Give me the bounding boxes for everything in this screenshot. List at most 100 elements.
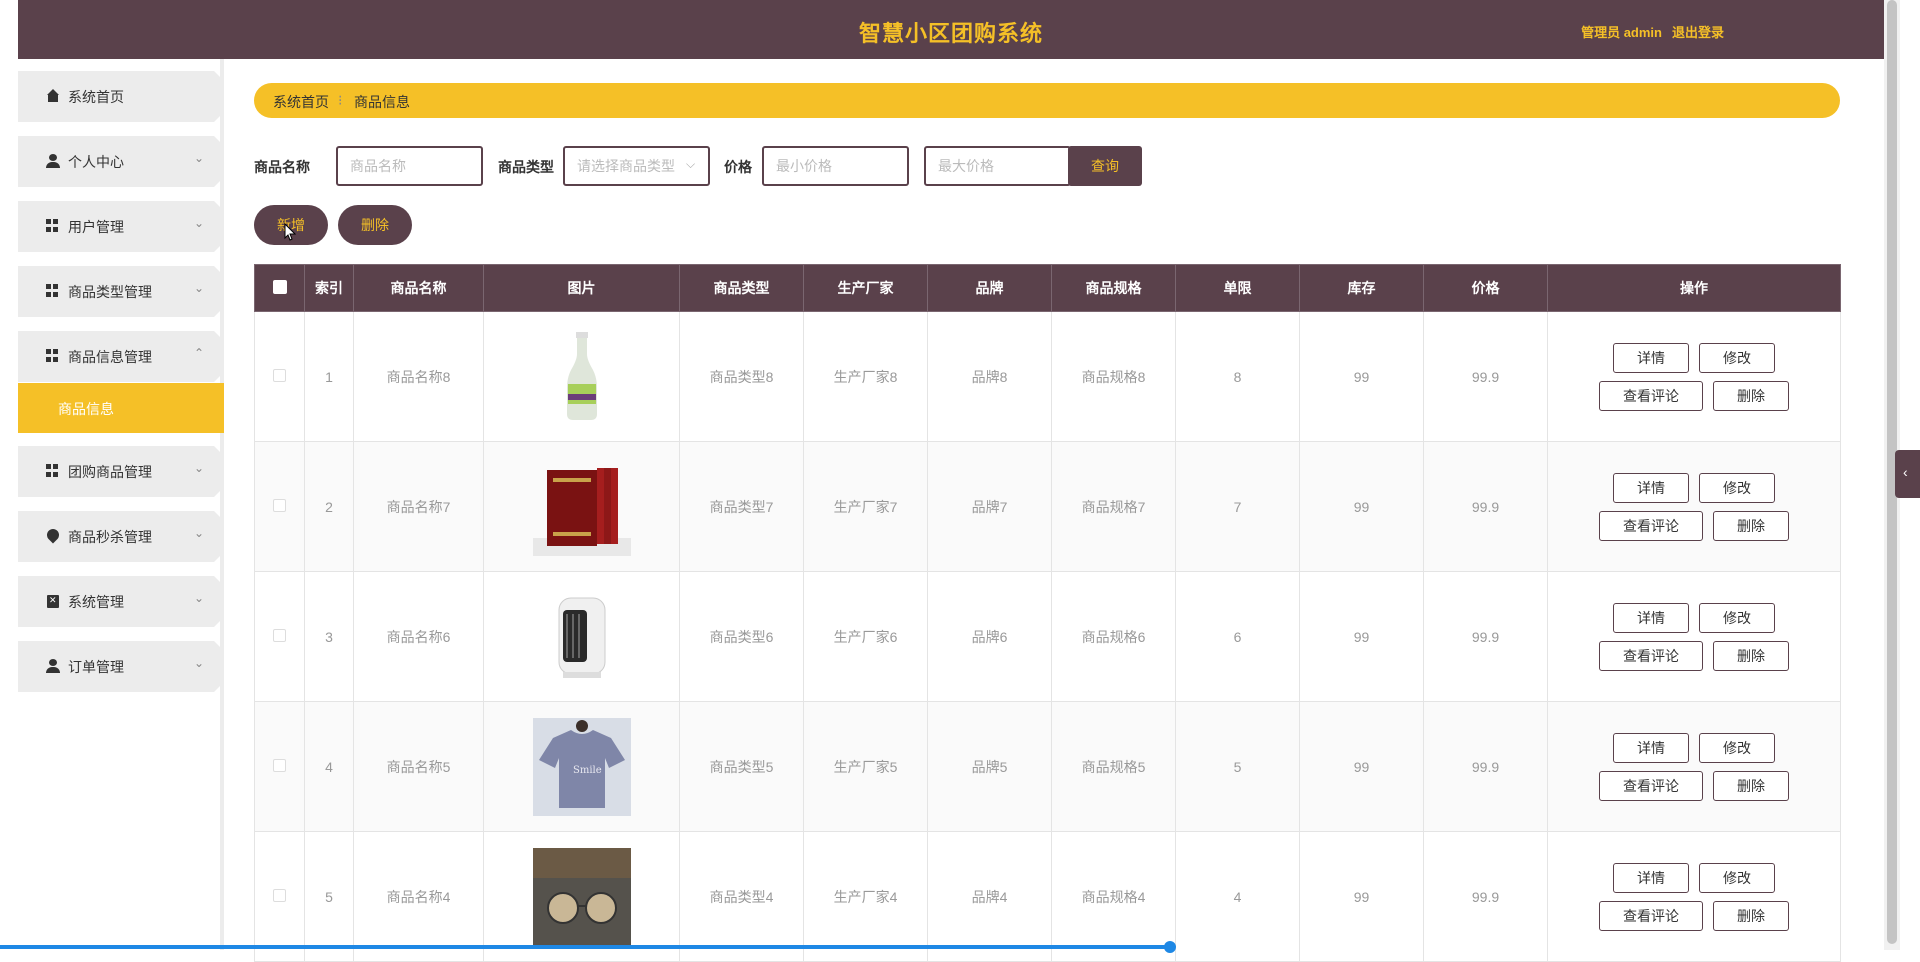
sidebar-item-product-info[interactable]: 商品信息管理 ⌃ [18,331,224,382]
image-cell [483,831,680,962]
type-cell: 商品类型6 [679,571,804,702]
sidebar-item-label: 订单管理 [68,659,124,675]
name-filter-label: 商品名称 [254,159,310,175]
sidebar-item-users[interactable]: 用户管理 ⌄ [18,201,224,252]
detail-button[interactable]: 详情 [1613,732,1689,763]
view-comments-button[interactable]: 查看评论 [1599,380,1703,411]
breadcrumb-home[interactable]: 系统首页 [273,92,329,112]
brand-cell: 品牌4 [927,831,1052,962]
price-cell: 99.9 [1423,831,1548,962]
product-image [532,458,631,556]
row-delete-button[interactable]: 删除 [1713,770,1789,801]
view-comments-button[interactable]: 查看评论 [1599,770,1703,801]
sidebar-item-home[interactable]: 系统首页 [18,71,224,122]
edit-button[interactable]: 修改 [1699,862,1775,893]
image-cell: Smile [483,701,680,832]
brand-cell: 品牌8 [927,311,1052,442]
min-price-input[interactable] [762,146,909,186]
chevron-down-icon: ⌵ [686,157,696,171]
sidebar-item-label: 商品信息管理 [68,349,152,365]
product-image [533,328,631,426]
table-row: 2 商品名称7 商品类型7 生产厂家7 品牌7 商品规格7 7 99 99.9 详情 修改 查看评论删… [254,441,1841,572]
row-checkbox[interactable] [273,628,286,642]
detail-button[interactable]: 详情 [1613,862,1689,893]
type-cell: 商品类型8 [679,311,804,442]
spec-cell: 商品规格5 [1051,701,1176,832]
view-comments-button[interactable]: 查看评论 [1599,900,1703,931]
price-cell: 99.9 [1423,571,1548,702]
maker-cell: 生产厂家7 [803,441,928,572]
select-all-header [254,264,305,312]
row-checkbox[interactable] [273,888,286,902]
edit-button[interactable]: 修改 [1699,472,1775,503]
sidebar-item-label: 个人中心 [68,154,124,170]
svg-text:Smile: Smile [573,765,602,776]
stock-cell: 99 [1299,441,1424,572]
pin-icon [46,529,60,543]
image-cell [483,441,680,572]
side-panel-toggle[interactable]: ‹ [1895,450,1920,498]
type-cell: 商品类型7 [679,441,804,572]
delete-button[interactable]: 删除 [338,205,412,245]
chevron-left-icon: ‹ [1903,464,1908,480]
column-header: 商品规格 [1051,264,1176,312]
stock-cell: 99 [1299,701,1424,832]
row-checkbox[interactable] [273,758,286,772]
main-content: 系统首页 ⁝ 商品信息 商品名称 商品类型 ⌵ 价格 查询 新增 删除 索引 [224,59,1884,962]
name-filter-input[interactable] [336,146,483,186]
row-checkbox[interactable] [273,368,286,382]
row-delete-button[interactable]: 删除 [1713,640,1789,671]
sidebar-item-label: 商品类型管理 [68,284,152,300]
detail-button[interactable]: 详情 [1613,602,1689,633]
row-select-cell [254,311,305,442]
index-cell: 3 [304,571,354,702]
select-all-checkbox[interactable] [272,279,287,294]
breadcrumb: 系统首页 ⁝ 商品信息 [254,83,1840,118]
sidebar: 系统首页 个人中心 ⌄ 用户管理 ⌄ 商品类型管理 ⌄ 商品信息管理 ⌃ 商品信… [18,59,224,950]
name-cell: 商品名称6 [353,571,484,702]
clipboard-icon [46,594,60,608]
row-select-cell [254,441,305,572]
app-shell: 智慧小区团购系统 管理员 admin 退出登录 系统首页 个人中心 ⌄ 用户管理… [18,0,1884,962]
product-image [533,588,631,686]
grid-icon [46,349,60,363]
sidebar-item-orders[interactable]: 订单管理 ⌄ [18,641,224,692]
chevron-down-icon: ⌄ [193,656,204,670]
logout-link[interactable]: 退出登录 [1672,22,1724,41]
row-select-cell [254,701,305,832]
row-delete-button[interactable]: 删除 [1713,900,1789,931]
price-filter-label: 价格 [724,159,752,175]
sidebar-item-label: 用户管理 [68,219,124,235]
edit-button[interactable]: 修改 [1699,602,1775,633]
edit-button[interactable]: 修改 [1699,732,1775,763]
row-checkbox[interactable] [273,498,286,512]
sidebar-item-label: 团购商品管理 [68,464,152,480]
detail-button[interactable]: 详情 [1613,472,1689,503]
sidebar-item-system[interactable]: 系统管理 ⌄ [18,576,224,627]
sidebar-item-personal[interactable]: 个人中心 ⌄ [18,136,224,187]
sidebar-item-flash-sale[interactable]: 商品秒杀管理 ⌄ [18,511,224,562]
chevron-down-icon: ⌄ [193,151,204,165]
product-image [532,847,631,946]
row-delete-button[interactable]: 删除 [1713,510,1789,541]
stock-cell: 99 [1299,571,1424,702]
user-icon [46,659,60,673]
sidebar-item-product-types[interactable]: 商品类型管理 ⌄ [18,266,224,317]
sidebar-item-label: 系统首页 [68,89,124,105]
name-cell: 商品名称7 [353,441,484,572]
row-delete-button[interactable]: 删除 [1713,380,1789,411]
operations-cell: 详情 修改查看评论 删除 [1547,571,1841,702]
chevron-down-icon: ⌄ [193,526,204,540]
view-comments-button[interactable]: 查看评论 [1599,510,1703,541]
image-cell [483,311,680,442]
view-comments-button[interactable]: 查看评论 [1599,640,1703,671]
price-cell: 99.9 [1423,311,1548,442]
breadcrumb-current: 商品信息 [354,94,410,110]
max-price-input[interactable] [924,146,1071,186]
sidebar-item-group-buy[interactable]: 团购商品管理 ⌄ [18,446,224,497]
edit-button[interactable]: 修改 [1699,342,1775,373]
sidebar-subitem-product-info[interactable]: 商品信息 [18,383,224,433]
detail-button[interactable]: 详情 [1613,342,1689,373]
mouse-cursor-icon [284,223,296,241]
query-button[interactable]: 查询 [1068,146,1142,186]
